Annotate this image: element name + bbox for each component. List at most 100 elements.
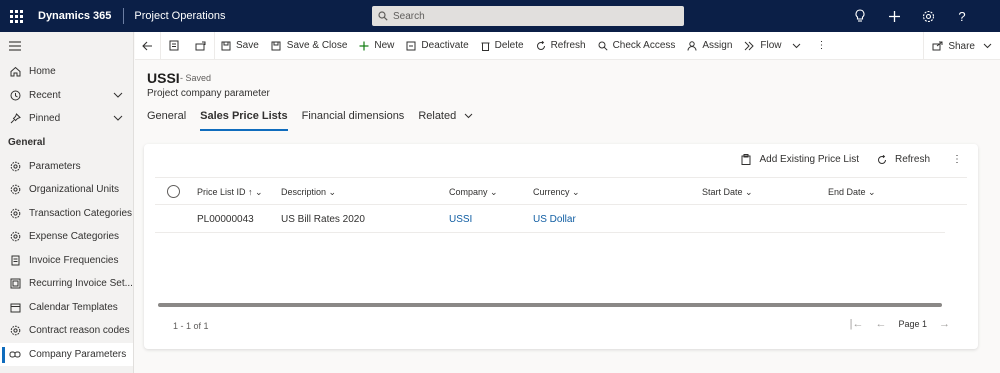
sidebar-item-transaction-categories[interactable]: Transaction Categories: [0, 202, 133, 226]
share-button[interactable]: Share: [923, 32, 992, 60]
delete-label: Delete: [494, 40, 524, 51]
sidebar-item-pinned[interactable]: Pinned: [0, 107, 133, 131]
person-icon: [687, 40, 697, 51]
save-label: Save: [236, 40, 259, 51]
sidebar-item-contract-reason-codes[interactable]: Contract reason codes: [0, 319, 133, 343]
tab-sales-price-lists[interactable]: Sales Price Lists: [200, 110, 289, 132]
sidebar-item-calendar-templates[interactable]: Calendar Templates: [0, 296, 133, 320]
record-title: USSI: [147, 70, 180, 86]
home-icon: [8, 66, 22, 77]
horizontal-scrollbar[interactable]: [158, 303, 942, 307]
gear-icon: [8, 325, 22, 336]
delete-button[interactable]: Delete: [475, 32, 530, 60]
more-commands-button[interactable]: ⋮: [807, 32, 837, 60]
tab-general[interactable]: General: [147, 110, 186, 132]
sidebar-item-organizational-units[interactable]: Organizational Units: [0, 178, 133, 202]
app-name[interactable]: Dynamics 365: [32, 10, 123, 22]
sidebar-item-expense-categories[interactable]: Expense Categories: [0, 225, 133, 249]
gear-icon: [8, 184, 22, 195]
save-button[interactable]: Save: [215, 32, 265, 60]
subgrid-more-button[interactable]: ⋮: [952, 154, 962, 165]
clock-icon: [8, 90, 22, 101]
sidebar-item-recurring-invoice-setup[interactable]: Recurring Invoice Set...: [0, 272, 133, 296]
more-vertical-icon: ⋮: [816, 40, 827, 51]
link-icon: [8, 349, 22, 360]
chevron-down-icon: [792, 43, 801, 49]
sidebar-item-home[interactable]: Home: [0, 60, 133, 84]
chevron-down-icon[interactable]: [113, 113, 123, 124]
column-header-label: Start Date: [702, 187, 743, 197]
sidebar-item-label: Contract reason codes: [29, 325, 130, 337]
cell-description: US Bill Rates 2020: [281, 214, 365, 225]
table-row[interactable]: PL00000043 US Bill Rates 2020 USSI US Do…: [155, 206, 945, 233]
more-vertical-icon: ⋮: [952, 154, 962, 165]
chevron-down-icon[interactable]: [113, 90, 123, 101]
plus-icon[interactable]: [886, 8, 902, 24]
refresh-icon: [536, 40, 546, 51]
document-icon: [8, 278, 22, 289]
share-label: Share: [948, 40, 975, 52]
record-count: 1 - 1 of 1: [173, 321, 209, 331]
cell-currency-link[interactable]: US Dollar: [533, 214, 576, 225]
select-all-checkbox[interactable]: [167, 185, 180, 198]
hamburger-menu-icon[interactable]: [0, 32, 133, 60]
sidebar-item-label: Transaction Categories: [29, 207, 133, 219]
subgrid-refresh-button[interactable]: Refresh: [877, 154, 930, 165]
assign-button[interactable]: Assign: [681, 32, 738, 60]
module-name[interactable]: Project Operations: [124, 10, 225, 22]
share-icon: [932, 41, 943, 51]
sidebar-item-parameters[interactable]: Parameters: [0, 155, 133, 179]
column-header-label: Currency: [533, 187, 570, 197]
top-app-bar: Dynamics 365 Project Operations Search ?: [0, 0, 1000, 32]
app-launcher-icon[interactable]: [0, 0, 32, 32]
sort-ascending-icon: ↑ ⌄: [248, 187, 263, 197]
search-icon: [598, 41, 608, 51]
column-header-start-date[interactable]: Start Date ⌄: [702, 187, 753, 198]
record-set-button[interactable]: [161, 32, 187, 60]
sitemap-sidebar: Home Recent Pinned General Parameters Or…: [0, 32, 134, 373]
pin-icon: [8, 113, 22, 124]
settings-gear-icon[interactable]: [920, 8, 936, 24]
column-header-currency[interactable]: Currency ⌄: [533, 187, 580, 198]
next-page-icon[interactable]: →: [939, 318, 950, 330]
tab-financial-dimensions[interactable]: Financial dimensions: [302, 110, 405, 132]
save-status: - Saved: [180, 73, 212, 83]
lightbulb-icon[interactable]: [852, 8, 868, 24]
open-new-window-button[interactable]: [187, 32, 214, 60]
assign-label: Assign: [702, 40, 733, 51]
column-header-price-list-id[interactable]: Price List ID ↑ ⌄: [197, 187, 263, 198]
sidebar-item-invoice-frequencies[interactable]: Invoice Frequencies: [0, 249, 133, 273]
form-icon: [169, 40, 179, 51]
refresh-button[interactable]: Refresh: [530, 32, 592, 60]
search-placeholder: Search: [393, 10, 425, 22]
save-icon: [221, 41, 231, 51]
chevron-down-icon: ⌄: [328, 187, 337, 197]
search-icon: [378, 11, 388, 21]
new-button[interactable]: New: [353, 32, 400, 60]
help-icon[interactable]: ?: [954, 8, 970, 24]
save-and-close-button[interactable]: Save & Close: [265, 32, 354, 60]
sidebar-item-recent[interactable]: Recent: [0, 84, 133, 108]
search-input[interactable]: Search: [372, 6, 684, 26]
deactivate-button[interactable]: Deactivate: [400, 32, 474, 60]
sidebar-item-label: Parameters: [29, 160, 81, 172]
sidebar-item-company-parameters[interactable]: Company Parameters: [0, 342, 133, 366]
column-header-label: End Date: [828, 187, 866, 197]
flow-button[interactable]: Flow: [738, 32, 806, 60]
column-header-end-date[interactable]: End Date ⌄: [828, 187, 876, 198]
check-access-button[interactable]: Check Access: [592, 32, 682, 60]
previous-page-icon[interactable]: ←: [875, 318, 886, 330]
tab-related[interactable]: Related: [418, 110, 473, 132]
flow-label: Flow: [760, 40, 782, 51]
deactivate-label: Deactivate: [421, 40, 469, 51]
cell-company-link[interactable]: USSI: [449, 214, 472, 225]
first-page-icon[interactable]: |←: [850, 318, 864, 330]
column-header-description[interactable]: Description ⌄: [281, 187, 336, 198]
back-button[interactable]: [135, 32, 160, 60]
add-existing-label: Add Existing Price List: [759, 154, 859, 165]
subgrid-refresh-label: Refresh: [894, 154, 930, 165]
column-header-company[interactable]: Company ⌄: [449, 187, 498, 198]
gear-icon: [8, 161, 22, 172]
sidebar-item-label: Invoice Frequencies: [29, 254, 119, 266]
add-existing-price-list-button[interactable]: Add Existing Price List: [741, 154, 859, 165]
